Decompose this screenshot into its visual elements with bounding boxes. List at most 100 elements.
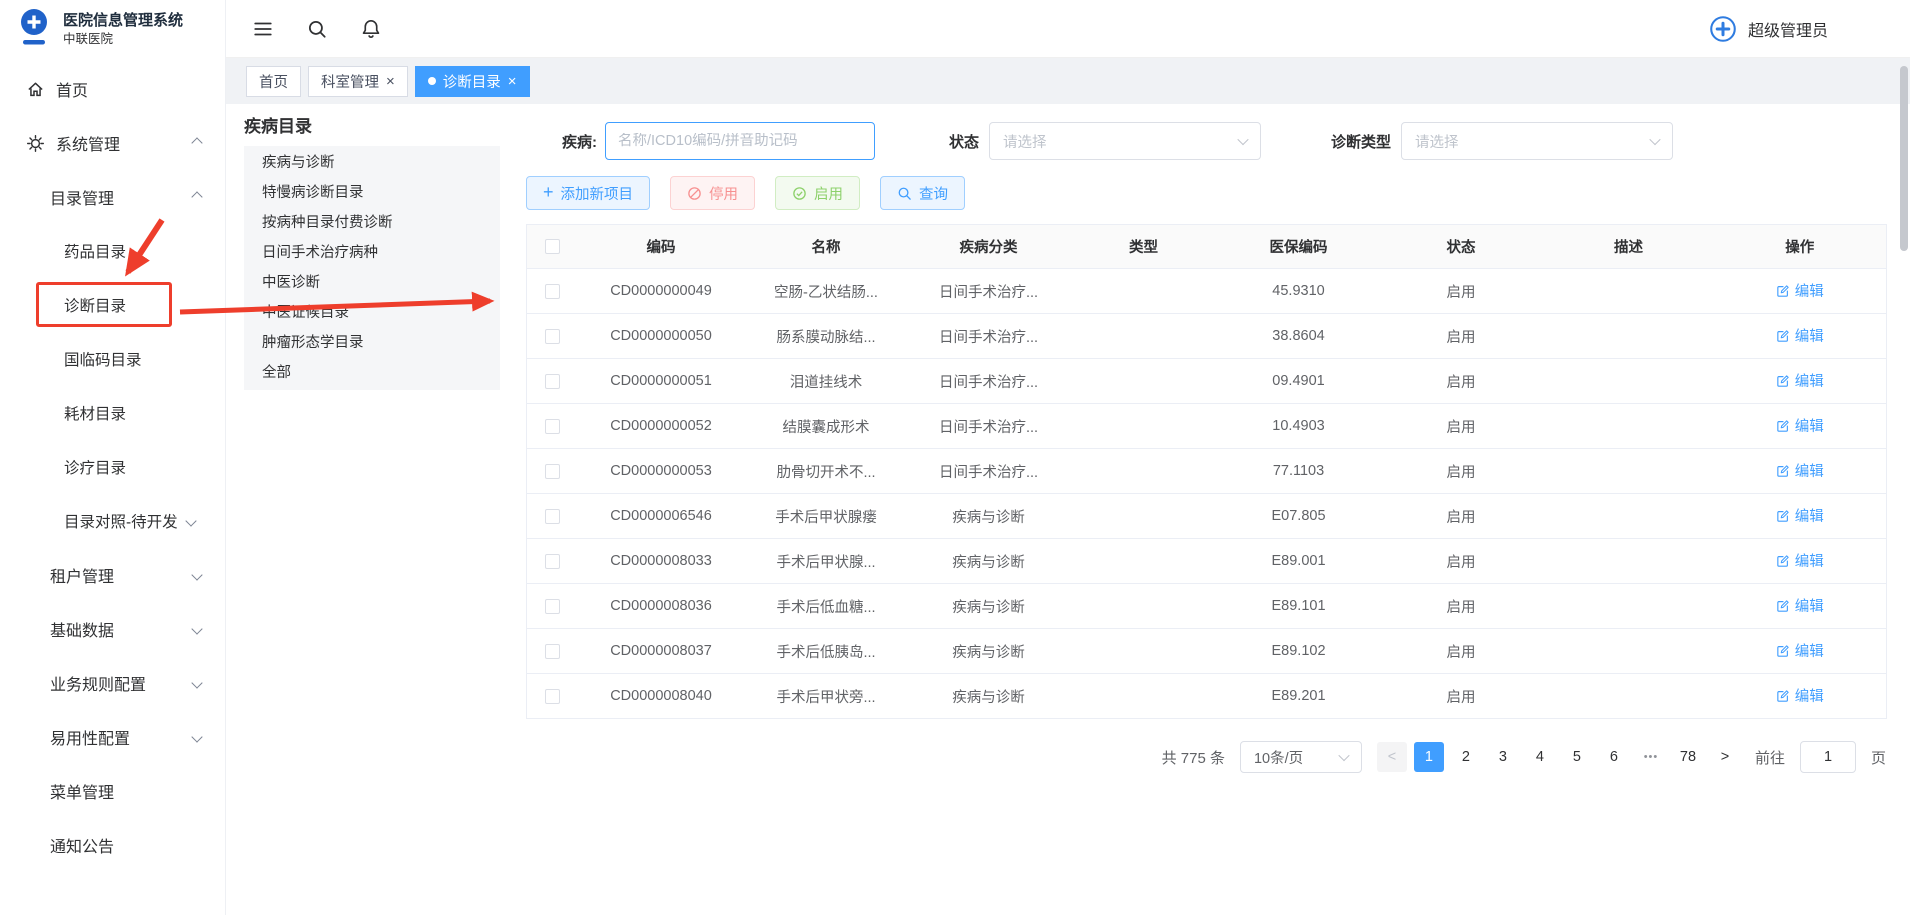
sidebar-item-system-mgmt[interactable]: 系统管理 bbox=[0, 116, 225, 170]
add-item-button[interactable]: + 添加新项目 bbox=[526, 176, 650, 210]
subnav-item-5[interactable]: 中医证候目录 bbox=[244, 298, 500, 328]
sidebar-item-business-rules[interactable]: 业务规则配置 bbox=[0, 656, 225, 710]
row-checkbox[interactable] bbox=[545, 374, 560, 389]
row-checkbox[interactable] bbox=[545, 644, 560, 659]
close-tab-icon[interactable]: × bbox=[386, 74, 395, 89]
sidebar-item-national-code-catalog[interactable]: 国临码目录 bbox=[0, 332, 225, 386]
sidebar-item-label: 系统管理 bbox=[56, 131, 120, 155]
home-icon bbox=[26, 80, 45, 99]
disease-search-input-field[interactable] bbox=[606, 133, 874, 149]
pager-more-button[interactable]: ••• bbox=[1636, 742, 1666, 772]
tab-department-mgmt[interactable]: 科室管理× bbox=[308, 66, 408, 97]
sidebar-item-notice[interactable]: 通知公告 bbox=[0, 818, 225, 872]
row-checkbox[interactable] bbox=[545, 599, 560, 614]
sidebar-item-label: 菜单管理 bbox=[50, 779, 114, 803]
pager-next-button[interactable]: > bbox=[1710, 742, 1740, 772]
scrollbar-thumb[interactable] bbox=[1900, 66, 1908, 251]
edit-button[interactable]: 编辑 bbox=[1776, 505, 1824, 526]
row-checkbox[interactable] bbox=[545, 689, 560, 704]
subnav-item-0[interactable]: 疾病与诊断 bbox=[244, 148, 500, 178]
column-header-4: 医保编码 bbox=[1219, 225, 1379, 269]
pager-prev-button[interactable]: < bbox=[1377, 742, 1407, 772]
sidebar-item-consumable-catalog[interactable]: 耗材目录 bbox=[0, 386, 225, 440]
table-row: CD0000000052结膜囊成形术日间手术治疗...10.4903启用编辑 bbox=[527, 404, 1887, 449]
search-icon[interactable] bbox=[306, 18, 328, 40]
pager-page-5[interactable]: 5 bbox=[1562, 742, 1592, 772]
table-row: CD0000008040手术后甲状旁...疾病与诊断E89.201启用编辑 bbox=[527, 674, 1887, 719]
row-checkbox[interactable] bbox=[545, 329, 560, 344]
filter-bar: 疾病: 状态 请选择 诊断类型 请选择 bbox=[526, 122, 1886, 160]
collapse-menu-icon[interactable] bbox=[252, 18, 274, 40]
pager-page-3[interactable]: 3 bbox=[1488, 742, 1518, 772]
close-tab-icon[interactable]: × bbox=[508, 74, 517, 89]
pager-page-4[interactable]: 4 bbox=[1525, 742, 1555, 772]
column-header-0: 编码 bbox=[579, 225, 744, 269]
row-checkbox[interactable] bbox=[545, 464, 560, 479]
page-scrollbar[interactable] bbox=[1898, 0, 1910, 915]
subnav-item-1[interactable]: 特慢病诊断目录 bbox=[244, 178, 500, 208]
row-checkbox[interactable] bbox=[545, 419, 560, 434]
row-checkbox[interactable] bbox=[545, 284, 560, 299]
sidebar-item-treatment-catalog[interactable]: 诊疗目录 bbox=[0, 440, 225, 494]
edit-button[interactable]: 编辑 bbox=[1776, 370, 1824, 391]
row-checkbox[interactable] bbox=[545, 554, 560, 569]
tab-home[interactable]: 首页 bbox=[246, 66, 301, 97]
plus-icon: + bbox=[543, 183, 554, 201]
bell-icon[interactable] bbox=[360, 18, 382, 40]
diagnosis-type-select[interactable]: 请选择 bbox=[1401, 122, 1673, 160]
app-title: 医院信息管理系统 bbox=[63, 11, 183, 31]
cell-name: 手术后甲状腺瘘 bbox=[744, 494, 909, 539]
sidebar-item-tenant-mgmt[interactable]: 租户管理 bbox=[0, 548, 225, 602]
subnav-item-2[interactable]: 按病种目录付费诊断 bbox=[244, 208, 500, 238]
row-checkbox[interactable] bbox=[545, 509, 560, 524]
disable-button[interactable]: 停用 bbox=[670, 176, 755, 210]
page-size-select[interactable]: 10条/页 bbox=[1240, 741, 1362, 773]
cell-insurance-code: 45.9310 bbox=[1219, 269, 1379, 314]
cell-code: CD0000000049 bbox=[579, 269, 744, 314]
disable-label: 停用 bbox=[709, 183, 738, 204]
edit-button[interactable]: 编辑 bbox=[1776, 460, 1824, 481]
edit-button[interactable]: 编辑 bbox=[1776, 685, 1824, 706]
subnav-item-7[interactable]: 全部 bbox=[244, 358, 500, 388]
enable-button[interactable]: 启用 bbox=[775, 176, 860, 210]
sidebar-item-drug-catalog[interactable]: 药品目录 bbox=[0, 224, 225, 278]
sidebar-item-menu-mgmt[interactable]: 菜单管理 bbox=[0, 764, 225, 818]
diagnosis-type-select-placeholder: 请选择 bbox=[1415, 131, 1459, 152]
query-button[interactable]: 查询 bbox=[880, 176, 965, 210]
cell-category: 日间手术治疗... bbox=[909, 314, 1069, 359]
cell-status: 启用 bbox=[1379, 674, 1544, 719]
status-select[interactable]: 请选择 bbox=[989, 122, 1261, 160]
user-menu[interactable]: 超级管理员 bbox=[1708, 14, 1828, 44]
edit-label: 编辑 bbox=[1795, 505, 1824, 526]
pager-page-1[interactable]: 1 bbox=[1414, 742, 1444, 772]
pager-page-6[interactable]: 6 bbox=[1599, 742, 1629, 772]
pager-page-78[interactable]: 78 bbox=[1673, 742, 1703, 772]
subnav-item-6[interactable]: 肿瘤形态学目录 bbox=[244, 328, 500, 358]
sidebar-item-home[interactable]: 首页 bbox=[0, 62, 225, 116]
circle-slash-icon bbox=[687, 186, 702, 201]
subnav-item-3[interactable]: 日间手术治疗病种 bbox=[244, 238, 500, 268]
tab-diagnosis-catalog[interactable]: 诊断目录× bbox=[415, 66, 530, 97]
edit-button[interactable]: 编辑 bbox=[1776, 550, 1824, 571]
sidebar-item-catalog-mgmt[interactable]: 目录管理 bbox=[0, 170, 225, 224]
subnav-item-4[interactable]: 中医诊断 bbox=[244, 268, 500, 298]
cell-status: 启用 bbox=[1379, 359, 1544, 404]
edit-button[interactable]: 编辑 bbox=[1776, 280, 1824, 301]
goto-label: 前往 bbox=[1755, 747, 1785, 768]
pager-page-2[interactable]: 2 bbox=[1451, 742, 1481, 772]
sidebar-item-base-data[interactable]: 基础数据 bbox=[0, 602, 225, 656]
sidebar-item-usability-config[interactable]: 易用性配置 bbox=[0, 710, 225, 764]
edit-button[interactable]: 编辑 bbox=[1776, 415, 1824, 436]
edit-button[interactable]: 编辑 bbox=[1776, 640, 1824, 661]
sidebar-item-catalog-compare[interactable]: 目录对照-待开发 bbox=[0, 494, 225, 548]
sidebar-item-diagnosis-catalog[interactable]: 诊断目录 bbox=[0, 278, 225, 332]
edit-button[interactable]: 编辑 bbox=[1776, 325, 1824, 346]
goto-page-input[interactable] bbox=[1800, 741, 1856, 773]
add-item-label: 添加新项目 bbox=[561, 183, 634, 204]
sidebar-item-label: 首页 bbox=[56, 77, 88, 101]
disease-search-input[interactable] bbox=[605, 122, 875, 160]
select-all-checkbox[interactable] bbox=[545, 239, 560, 254]
cell-description bbox=[1544, 404, 1714, 449]
cell-insurance-code: 10.4903 bbox=[1219, 404, 1379, 449]
edit-button[interactable]: 编辑 bbox=[1776, 595, 1824, 616]
